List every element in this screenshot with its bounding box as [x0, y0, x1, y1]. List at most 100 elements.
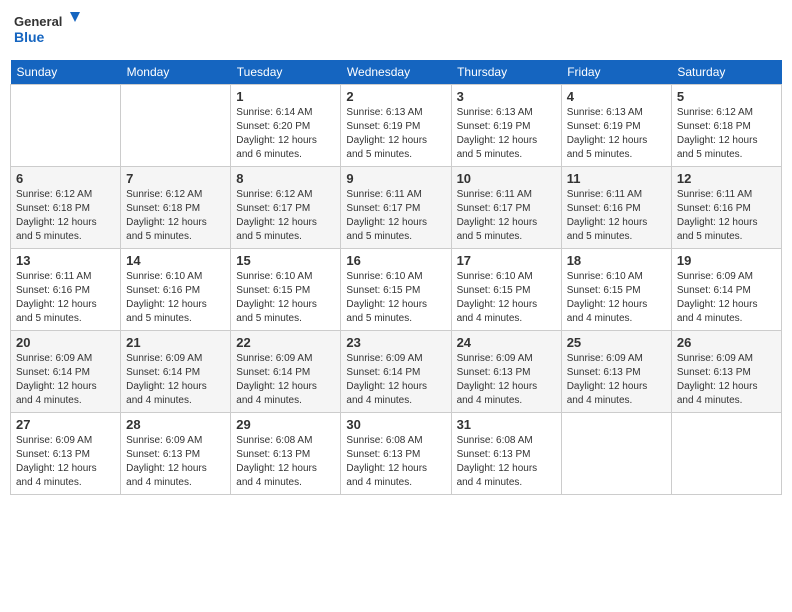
- calendar-cell: 10Sunrise: 6:11 AM Sunset: 6:17 PM Dayli…: [451, 167, 561, 249]
- day-info: Sunrise: 6:09 AM Sunset: 6:14 PM Dayligh…: [346, 352, 445, 408]
- day-info: Sunrise: 6:11 AM Sunset: 6:16 PM Dayligh…: [16, 270, 115, 326]
- calendar-cell: 27 Sunrise: 6:09 AM Sunset: 6:13 PM Dayli…: [11, 413, 121, 495]
- day-info: Sunrise: 6:09 AM Sunset: 6:14 PM Dayligh…: [16, 352, 115, 408]
- day-info: Sunrise: 6:13 AM Sunset: 6:19 PM Dayligh…: [346, 106, 445, 162]
- day-info: Sunrise: 6:12 AM Sunset: 6:18 PM Dayligh…: [16, 188, 115, 244]
- day-number: 19: [677, 253, 776, 268]
- day-info: Sunrise: 6:09 AM Sunset: 6:13 PM Dayligh…: [457, 352, 556, 408]
- day-number: 4: [567, 89, 666, 104]
- day-info: Sunrise: 6:10 AM Sunset: 6:15 PM Dayligh…: [457, 270, 556, 326]
- day-number: 25: [567, 335, 666, 350]
- calendar-cell: [561, 413, 671, 495]
- calendar-week-5: 27 Sunrise: 6:09 AM Sunset: 6:13 PM Dayli…: [11, 413, 782, 495]
- day-number: 9: [346, 171, 445, 186]
- calendar-cell: 26Sunrise: 6:09 AM Sunset: 6:13 PM Dayli…: [671, 331, 781, 413]
- day-info: Sunrise: 6:09 AM Sunset: 6:14 PM Dayligh…: [126, 352, 225, 408]
- day-number: 13: [16, 253, 115, 268]
- day-number: 23: [346, 335, 445, 350]
- day-number: 31: [457, 417, 556, 432]
- day-number: 1: [236, 89, 335, 104]
- calendar-cell: [671, 413, 781, 495]
- weekday-header-thursday: Thursday: [451, 60, 561, 85]
- calendar-cell: 6 Sunrise: 6:12 AM Sunset: 6:18 PM Daylig…: [11, 167, 121, 249]
- day-info: Sunrise: 6:13 AM Sunset: 6:19 PM Dayligh…: [567, 106, 666, 162]
- page-header: General Blue: [10, 10, 782, 52]
- day-number: 16: [346, 253, 445, 268]
- day-number: 15: [236, 253, 335, 268]
- calendar-cell: 18 Sunrise: 6:10 AM Sunset: 6:15 PM Dayli…: [561, 249, 671, 331]
- day-info: Sunrise: 6:09 AM Sunset: 6:13 PM Dayligh…: [677, 352, 776, 408]
- day-info: Sunrise: 6:08 AM Sunset: 6:13 PM Dayligh…: [346, 434, 445, 490]
- day-number: 20: [16, 335, 115, 350]
- weekday-header-saturday: Saturday: [671, 60, 781, 85]
- day-info: Sunrise: 6:11 AM Sunset: 6:16 PM Dayligh…: [677, 188, 776, 244]
- calendar-cell: 3 Sunrise: 6:13 AM Sunset: 6:19 PM Daylig…: [451, 85, 561, 167]
- day-info: Sunrise: 6:13 AM Sunset: 6:19 PM Dayligh…: [457, 106, 556, 162]
- calendar-cell: 17 Sunrise: 6:10 AM Sunset: 6:15 PM Dayli…: [451, 249, 561, 331]
- day-number: 11: [567, 171, 666, 186]
- day-info: Sunrise: 6:12 AM Sunset: 6:18 PM Dayligh…: [677, 106, 776, 162]
- calendar-table: SundayMondayTuesdayWednesdayThursdayFrid…: [10, 60, 782, 495]
- calendar-cell: 22Sunrise: 6:09 AM Sunset: 6:14 PM Dayli…: [231, 331, 341, 413]
- day-info: Sunrise: 6:12 AM Sunset: 6:18 PM Dayligh…: [126, 188, 225, 244]
- day-info: Sunrise: 6:10 AM Sunset: 6:15 PM Dayligh…: [567, 270, 666, 326]
- day-info: Sunrise: 6:14 AM Sunset: 6:20 PM Dayligh…: [236, 106, 335, 162]
- day-number: 27: [16, 417, 115, 432]
- calendar-week-4: 20 Sunrise: 6:09 AM Sunset: 6:14 PM Dayli…: [11, 331, 782, 413]
- day-info: Sunrise: 6:09 AM Sunset: 6:13 PM Dayligh…: [126, 434, 225, 490]
- day-number: 21: [126, 335, 225, 350]
- day-info: Sunrise: 6:11 AM Sunset: 6:17 PM Dayligh…: [346, 188, 445, 244]
- calendar-cell: 31 Sunrise: 6:08 AM Sunset: 6:13 PM Dayli…: [451, 413, 561, 495]
- day-number: 17: [457, 253, 556, 268]
- logo: General Blue: [14, 10, 84, 52]
- day-info: Sunrise: 6:09 AM Sunset: 6:13 PM Dayligh…: [16, 434, 115, 490]
- calendar-cell: 29 Sunrise: 6:08 AM Sunset: 6:13 PM Dayli…: [231, 413, 341, 495]
- day-info: Sunrise: 6:12 AM Sunset: 6:17 PM Dayligh…: [236, 188, 335, 244]
- calendar-cell: 21 Sunrise: 6:09 AM Sunset: 6:14 PM Dayli…: [121, 331, 231, 413]
- calendar-cell: 30Sunrise: 6:08 AM Sunset: 6:13 PM Dayli…: [341, 413, 451, 495]
- calendar-cell: 28 Sunrise: 6:09 AM Sunset: 6:13 PM Dayli…: [121, 413, 231, 495]
- day-number: 28: [126, 417, 225, 432]
- day-info: Sunrise: 6:11 AM Sunset: 6:17 PM Dayligh…: [457, 188, 556, 244]
- day-number: 5: [677, 89, 776, 104]
- calendar-cell: 20 Sunrise: 6:09 AM Sunset: 6:14 PM Dayli…: [11, 331, 121, 413]
- calendar-cell: 12 Sunrise: 6:11 AM Sunset: 6:16 PM Dayli…: [671, 167, 781, 249]
- day-info: Sunrise: 6:08 AM Sunset: 6:13 PM Dayligh…: [236, 434, 335, 490]
- day-number: 24: [457, 335, 556, 350]
- calendar-cell: 5 Sunrise: 6:12 AM Sunset: 6:18 PM Daylig…: [671, 85, 781, 167]
- calendar-cell: [11, 85, 121, 167]
- calendar-week-2: 6 Sunrise: 6:12 AM Sunset: 6:18 PM Daylig…: [11, 167, 782, 249]
- day-info: Sunrise: 6:10 AM Sunset: 6:16 PM Dayligh…: [126, 270, 225, 326]
- calendar-cell: 4 Sunrise: 6:13 AM Sunset: 6:19 PM Daylig…: [561, 85, 671, 167]
- calendar-cell: 2Sunrise: 6:13 AM Sunset: 6:19 PM Daylig…: [341, 85, 451, 167]
- calendar-week-3: 13 Sunrise: 6:11 AM Sunset: 6:16 PM Dayli…: [11, 249, 782, 331]
- day-number: 14: [126, 253, 225, 268]
- calendar-cell: 24 Sunrise: 6:09 AM Sunset: 6:13 PM Dayli…: [451, 331, 561, 413]
- calendar-week-1: 1 Sunrise: 6:14 AM Sunset: 6:20 PM Daylig…: [11, 85, 782, 167]
- day-number: 6: [16, 171, 115, 186]
- day-number: 18: [567, 253, 666, 268]
- calendar-cell: 25 Sunrise: 6:09 AM Sunset: 6:13 PM Dayli…: [561, 331, 671, 413]
- day-info: Sunrise: 6:10 AM Sunset: 6:15 PM Dayligh…: [346, 270, 445, 326]
- calendar-cell: 15 Sunrise: 6:10 AM Sunset: 6:15 PM Dayli…: [231, 249, 341, 331]
- day-number: 8: [236, 171, 335, 186]
- day-info: Sunrise: 6:08 AM Sunset: 6:13 PM Dayligh…: [457, 434, 556, 490]
- day-number: 3: [457, 89, 556, 104]
- day-number: 12: [677, 171, 776, 186]
- weekday-header-wednesday: Wednesday: [341, 60, 451, 85]
- svg-text:Blue: Blue: [14, 29, 45, 45]
- calendar-cell: 9 Sunrise: 6:11 AM Sunset: 6:17 PM Daylig…: [341, 167, 451, 249]
- weekday-header-sunday: Sunday: [11, 60, 121, 85]
- day-info: Sunrise: 6:10 AM Sunset: 6:15 PM Dayligh…: [236, 270, 335, 326]
- calendar-cell: 19 Sunrise: 6:09 AM Sunset: 6:14 PM Dayli…: [671, 249, 781, 331]
- day-number: 22: [236, 335, 335, 350]
- day-number: 29: [236, 417, 335, 432]
- calendar-cell: 13 Sunrise: 6:11 AM Sunset: 6:16 PM Dayli…: [11, 249, 121, 331]
- weekday-header-row: SundayMondayTuesdayWednesdayThursdayFrid…: [11, 60, 782, 85]
- svg-text:General: General: [14, 14, 62, 29]
- day-info: Sunrise: 6:11 AM Sunset: 6:16 PM Dayligh…: [567, 188, 666, 244]
- calendar-cell: 14 Sunrise: 6:10 AM Sunset: 6:16 PM Dayli…: [121, 249, 231, 331]
- weekday-header-monday: Monday: [121, 60, 231, 85]
- day-info: Sunrise: 6:09 AM Sunset: 6:13 PM Dayligh…: [567, 352, 666, 408]
- day-info: Sunrise: 6:09 AM Sunset: 6:14 PM Dayligh…: [677, 270, 776, 326]
